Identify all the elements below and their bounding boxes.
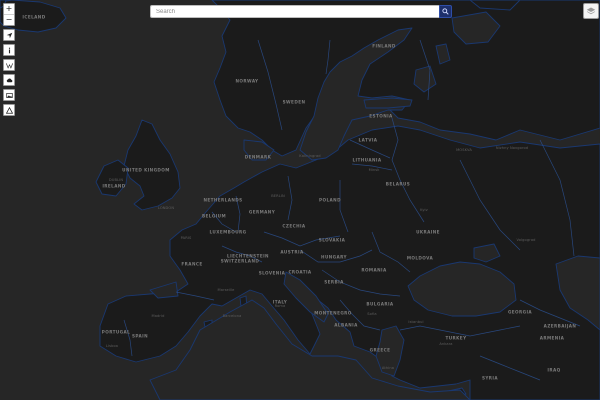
search-icon: [442, 8, 449, 15]
info-button[interactable]: [3, 44, 15, 56]
weather-cloud-icon: [6, 78, 12, 82]
weather-button[interactable]: [3, 74, 15, 86]
wikipedia-button[interactable]: [3, 59, 15, 71]
navigation-arrow-icon: [6, 32, 12, 38]
info-icon: [8, 47, 10, 53]
zoom-controls: + −: [3, 3, 15, 26]
image-icon: [5, 92, 13, 98]
search-bar: [150, 5, 452, 18]
layers-button[interactable]: [583, 3, 599, 19]
land-ireland: [95, 159, 129, 197]
locate-button[interactable]: [3, 29, 15, 41]
map-canvas[interactable]: ICELAND FINLAND NORWAY SWEDEN ESTONIA LATVIA L…: [0, 0, 600, 400]
wikipedia-icon: [5, 62, 13, 69]
search-input[interactable]: [150, 5, 439, 18]
photos-button[interactable]: [3, 89, 15, 101]
sea-gulf-finland: [363, 97, 413, 109]
warnings-button[interactable]: [3, 104, 15, 116]
layers-icon: [586, 7, 596, 15]
search-button[interactable]: [439, 5, 452, 18]
basemap: [0, 0, 600, 400]
land-great-britain: [123, 119, 181, 211]
zoom-out-button[interactable]: −: [4, 14, 14, 25]
map-toolbar: + −: [3, 3, 15, 119]
zoom-in-button[interactable]: +: [4, 4, 14, 14]
triangle-warning-icon: [5, 106, 13, 114]
